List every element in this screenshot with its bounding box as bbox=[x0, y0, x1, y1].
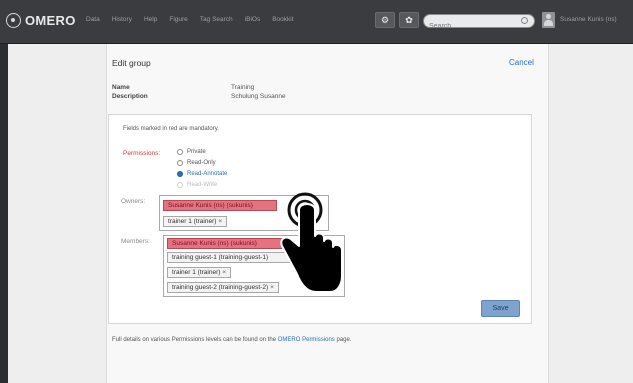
search-icon[interactable] bbox=[521, 17, 528, 24]
radio-private[interactable] bbox=[177, 149, 183, 155]
permission-private[interactable]: Private bbox=[177, 149, 206, 155]
nav-item-help[interactable]: Help bbox=[144, 16, 157, 23]
owners-label: Owners: bbox=[121, 198, 146, 205]
radio-read-write bbox=[177, 182, 183, 188]
permission-read-only[interactable]: Read-Only bbox=[177, 160, 216, 166]
nav-item-ibios[interactable]: iBiOs bbox=[245, 16, 261, 23]
omero-logo-icon bbox=[6, 13, 21, 28]
search-input[interactable] bbox=[424, 20, 514, 33]
scripts-button[interactable]: ✿ bbox=[399, 12, 419, 28]
description-label: Description bbox=[112, 93, 148, 100]
nav-item-tag-search[interactable]: Tag Search bbox=[200, 16, 233, 23]
logo-text: OMERO bbox=[25, 13, 76, 28]
nav-item-figure[interactable]: Figure bbox=[169, 16, 187, 23]
permission-read-write: Read-Write bbox=[177, 182, 217, 188]
main-nav: Data History Help Figure Tag Search iBiO… bbox=[86, 16, 306, 23]
member-tag[interactable]: trainer 1 (trainer) × bbox=[167, 267, 232, 278]
tap-hand-icon bbox=[280, 192, 343, 293]
owner-tag[interactable]: Susanne Kunis (ns) (sukunis) bbox=[163, 200, 277, 211]
permissions-footer-note: Full details on various Permissions leve… bbox=[112, 337, 352, 343]
nav-item-history[interactable]: History bbox=[112, 16, 132, 23]
cancel-link[interactable]: Cancel bbox=[509, 58, 534, 67]
owner-tag[interactable]: trainer 1 (trainer) × bbox=[163, 216, 228, 227]
search-field[interactable] bbox=[423, 14, 535, 33]
permissions-label: Permissions: bbox=[123, 150, 161, 157]
tools-button[interactable]: ⚙ bbox=[375, 12, 395, 28]
radio-read-annotate[interactable] bbox=[177, 171, 183, 177]
description-value: Schulung Susanne bbox=[231, 93, 286, 100]
name-label: Name bbox=[112, 84, 130, 91]
remove-icon[interactable]: × bbox=[222, 269, 226, 276]
nav-item-data[interactable]: Data bbox=[86, 16, 100, 23]
permission-read-annotate[interactable]: Read-Annotate bbox=[177, 171, 227, 177]
top-navigation-bar: OMERO Data History Help Figure Tag Searc… bbox=[0, 0, 633, 44]
user-name[interactable]: Susanne Kunis (ns) bbox=[560, 16, 617, 23]
remove-icon[interactable]: × bbox=[218, 218, 222, 225]
members-label: Members: bbox=[121, 238, 150, 245]
member-tag[interactable]: training guest-2 (training-guest-2) × bbox=[167, 282, 279, 293]
page-title: Edit group bbox=[112, 58, 151, 68]
scripts-icon: ✿ bbox=[405, 15, 413, 25]
name-value: Training bbox=[231, 84, 255, 91]
tools-icon: ⚙ bbox=[380, 15, 390, 25]
omero-permissions-link[interactable]: OMERO Permissions bbox=[278, 337, 335, 343]
radio-read-only[interactable] bbox=[177, 160, 183, 166]
user-avatar[interactable] bbox=[542, 12, 555, 28]
omero-logo[interactable]: OMERO bbox=[6, 13, 76, 28]
nav-item-bookkit[interactable]: Bookkit bbox=[272, 16, 293, 23]
save-button[interactable]: Save bbox=[481, 300, 520, 317]
mandatory-note: Fields marked in red are mandatory. bbox=[123, 126, 219, 132]
